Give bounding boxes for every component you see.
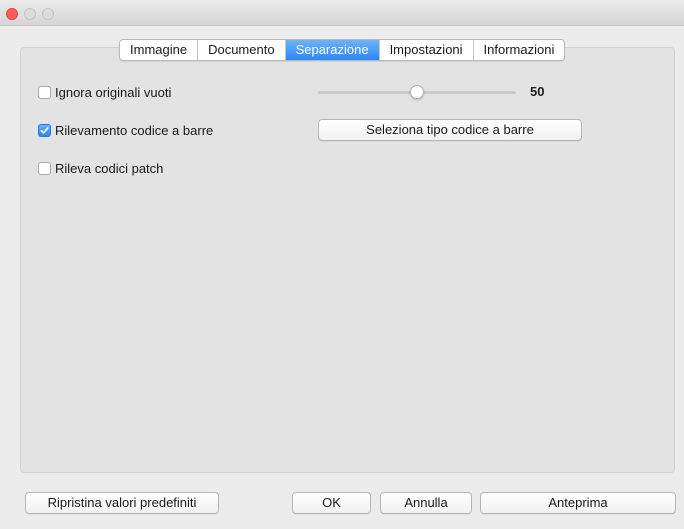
- tab-bar: Immagine Documento Separazione Impostazi…: [119, 39, 566, 61]
- ignore-blank-label: Ignora originali vuoti: [55, 84, 172, 100]
- barcode-row[interactable]: Rilevamento codice a barre: [38, 122, 213, 138]
- patch-label: Rileva codici patch: [55, 160, 164, 176]
- dialog-window: Immagine Documento Separazione Impostazi…: [0, 0, 684, 529]
- ok-button[interactable]: OK: [292, 492, 371, 514]
- barcode-label: Rilevamento codice a barre: [55, 122, 214, 138]
- tab-immagine[interactable]: Immagine: [120, 40, 199, 60]
- slider-thumb[interactable]: [410, 85, 424, 99]
- checkmark-icon: [40, 126, 49, 134]
- select-barcode-type-button[interactable]: Seleziona tipo codice a barre: [318, 119, 582, 141]
- restore-defaults-button[interactable]: Ripristina valori predefiniti: [25, 492, 219, 514]
- patch-checkbox[interactable]: [38, 161, 51, 175]
- close-window-icon[interactable]: [6, 8, 18, 20]
- tab-impostazioni[interactable]: Impostazioni: [380, 40, 474, 60]
- ignore-blank-row[interactable]: Ignora originali vuoti: [38, 84, 171, 100]
- tab-informazioni[interactable]: Informazioni: [474, 40, 565, 60]
- slider-value: 50: [530, 84, 545, 99]
- settings-pane: [20, 47, 675, 473]
- zoom-window-icon[interactable]: [42, 8, 54, 20]
- title-bar: [0, 0, 684, 26]
- barcode-checkbox[interactable]: [38, 123, 51, 137]
- preview-button[interactable]: Anteprima: [480, 492, 676, 514]
- tab-documento[interactable]: Documento: [198, 40, 286, 60]
- cancel-button[interactable]: Annulla: [380, 492, 472, 514]
- minimize-window-icon[interactable]: [24, 8, 36, 20]
- patch-row[interactable]: Rileva codici patch: [38, 160, 163, 176]
- ignore-blank-checkbox[interactable]: [38, 85, 51, 99]
- tab-separazione[interactable]: Separazione: [285, 40, 380, 60]
- blank-sensitivity-slider[interactable]: [318, 84, 516, 100]
